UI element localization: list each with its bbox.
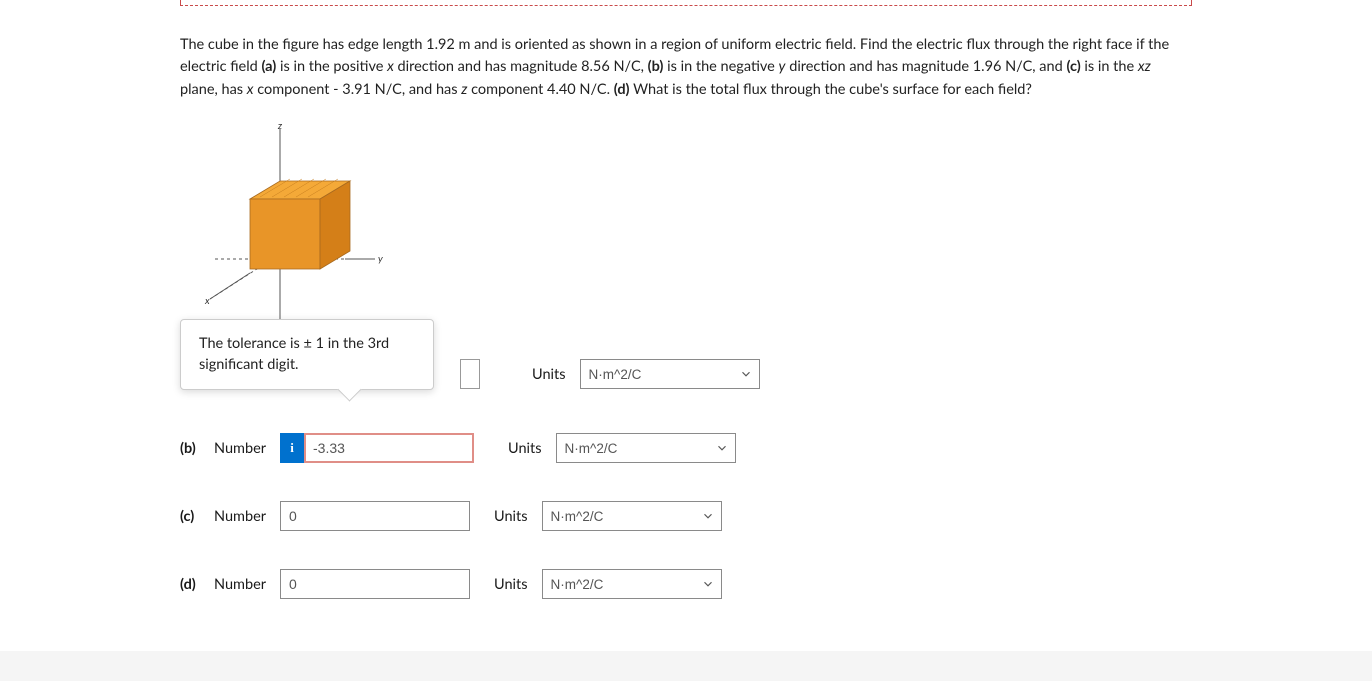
q-italic: xz bbox=[1138, 58, 1151, 75]
units-label: Units bbox=[494, 508, 528, 525]
z-axis-label: z bbox=[277, 120, 283, 132]
units-select-b[interactable]: N·m^2/C bbox=[556, 433, 736, 463]
q-text: What is the total flux through the cube'… bbox=[630, 81, 1032, 98]
q-text: component 4.40 N/C. bbox=[467, 81, 613, 98]
q-text: plane, has bbox=[180, 81, 247, 98]
number-input-b[interactable] bbox=[304, 433, 474, 463]
units-select-a[interactable]: N·m^2/C bbox=[580, 359, 760, 389]
tolerance-tooltip: The tolerance is ± 1 in the 3rd signific… bbox=[180, 319, 434, 390]
cube-figure: z x y bbox=[190, 119, 390, 349]
number-input-c[interactable] bbox=[280, 501, 470, 531]
cube-shape bbox=[250, 179, 350, 269]
answer-row-b: (b) Number i Units N·m^2/C bbox=[180, 433, 1192, 463]
info-icon[interactable]: i bbox=[280, 433, 304, 463]
part-c-label: (c) bbox=[180, 508, 204, 525]
q-italic: x bbox=[247, 81, 254, 98]
q-bold-d: (d) bbox=[614, 81, 630, 98]
units-select-d[interactable]: N·m^2/C bbox=[542, 569, 722, 599]
q-text: is in the negative bbox=[663, 58, 778, 75]
dashed-border-section bbox=[180, 0, 1192, 6]
content-area: The cube in the figure has edge length 1… bbox=[180, 34, 1192, 599]
q-text: direction and has magnitude 1.96 N/C, an… bbox=[785, 58, 1066, 75]
q-text: is in the positive bbox=[276, 58, 387, 75]
units-select-c[interactable]: N·m^2/C bbox=[542, 501, 722, 531]
q-bold-a: (a) bbox=[261, 58, 276, 75]
answer-row-a: The tolerance is ± 1 in the 3rd signific… bbox=[180, 359, 1192, 389]
units-label: Units bbox=[532, 366, 566, 383]
q-bold-b: (b) bbox=[648, 58, 664, 75]
y-axis-label: y bbox=[378, 253, 383, 265]
number-label: Number bbox=[214, 508, 266, 525]
q-italic: x bbox=[387, 58, 394, 75]
answer-row-d: (d) Number Units N·m^2/C bbox=[180, 569, 1192, 599]
part-d-label: (d) bbox=[180, 576, 204, 593]
cube-svg: z x y bbox=[190, 119, 390, 349]
part-b-label: (b) bbox=[180, 440, 204, 457]
page-container: The cube in the figure has edge length 1… bbox=[0, 0, 1372, 651]
number-input-d[interactable] bbox=[280, 569, 470, 599]
units-label: Units bbox=[508, 440, 542, 457]
q-text: is in the bbox=[1081, 58, 1138, 75]
q-text: direction and has magnitude 8.56 N/C, bbox=[394, 58, 648, 75]
number-label: Number bbox=[214, 440, 266, 457]
q-bold-c: (c) bbox=[1066, 58, 1080, 75]
tooltip-text: The tolerance is ± 1 in the 3rd signific… bbox=[199, 335, 389, 372]
q-text: component - 3.91 N/C, and has bbox=[254, 81, 462, 98]
number-label: Number bbox=[214, 576, 266, 593]
x-axis-label: x bbox=[204, 295, 210, 307]
units-label: Units bbox=[494, 576, 528, 593]
number-input-a-partial[interactable] bbox=[460, 359, 480, 389]
answer-row-c: (c) Number Units N·m^2/C bbox=[180, 501, 1192, 531]
question-text: The cube in the figure has edge length 1… bbox=[180, 34, 1192, 101]
